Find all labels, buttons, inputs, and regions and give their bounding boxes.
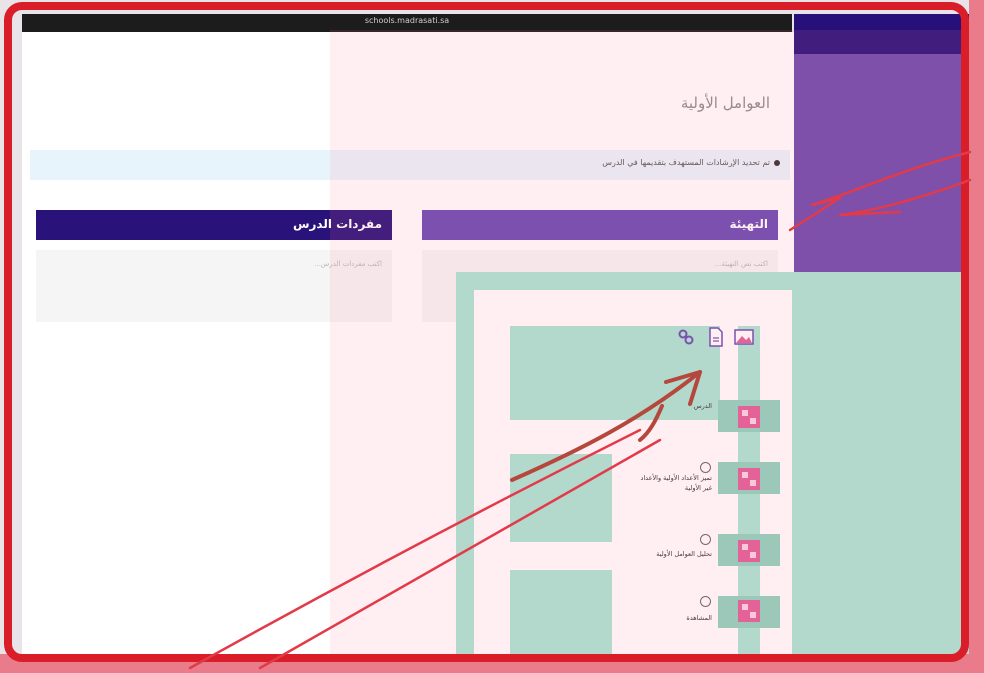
highlight-frame: [4, 2, 969, 662]
right-edge-band: [969, 0, 984, 673]
